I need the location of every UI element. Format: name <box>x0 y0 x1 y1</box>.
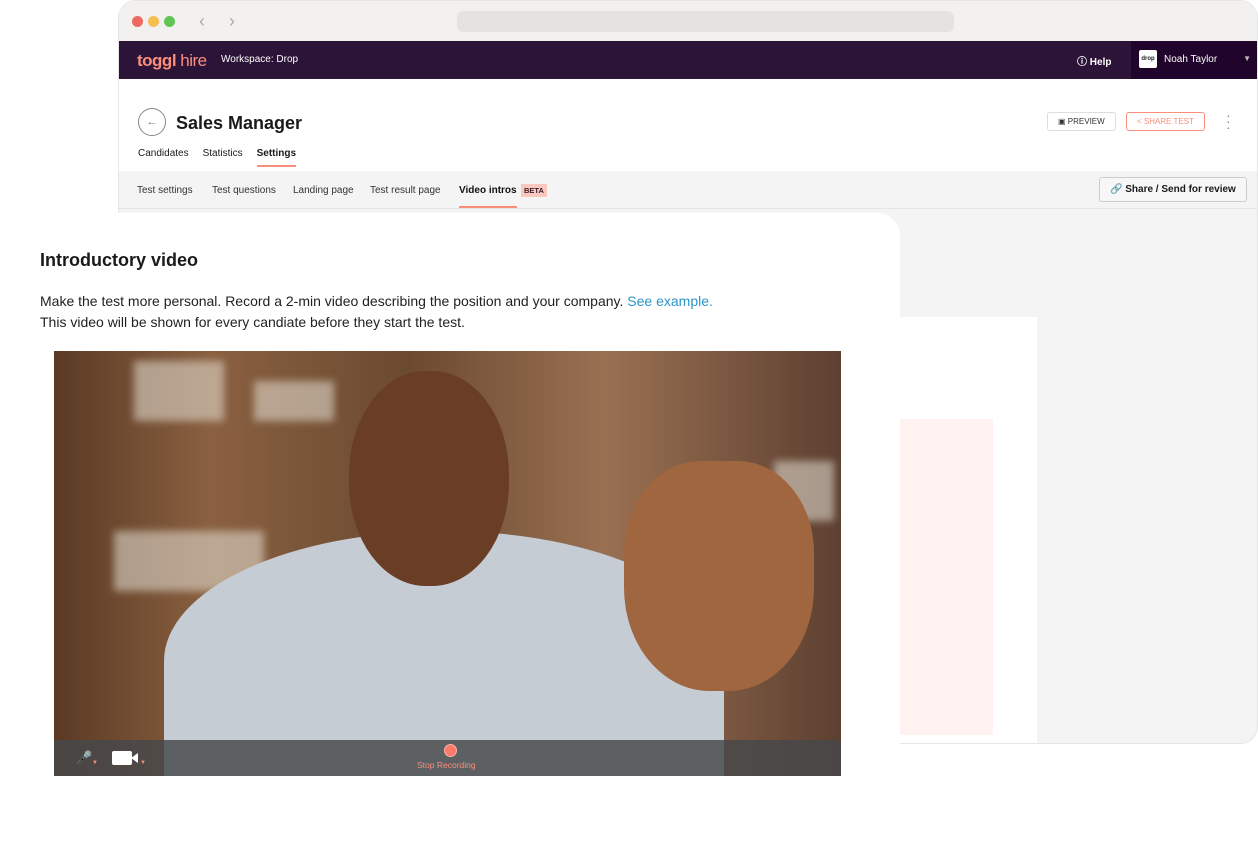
logo-main: toggl <box>137 51 177 70</box>
share-send-review-button[interactable]: 🔗 Share / Send for review <box>1099 177 1247 202</box>
main-tabs: Candidates Statistics Settings <box>138 148 310 167</box>
recording-controls: 🎤 ▼ ▼ Stop Recording <box>54 740 841 776</box>
section-title: Introductory video <box>40 250 199 270</box>
toggl-hire-logo[interactable]: toggl hire <box>137 51 207 71</box>
camera-icon[interactable] <box>112 751 138 765</box>
page-header: ← Sales Manager Candidates Statistics Se… <box>119 79 1257 171</box>
help-label: Help <box>1089 57 1112 68</box>
forward-arrow-icon[interactable]: › <box>229 11 235 32</box>
workspace-avatar: drop <box>1139 50 1157 68</box>
preview-label: PREVIEW <box>1067 117 1105 126</box>
background-pink-panel <box>899 419 993 735</box>
link-icon: 🔗 <box>1110 184 1123 195</box>
minimize-window-button[interactable] <box>148 16 159 27</box>
review-label: Share / Send for review <box>1125 184 1236 195</box>
see-example-link[interactable]: See example. <box>627 293 713 309</box>
logo-sub: hire <box>180 51 207 70</box>
top-navbar: toggl hire Workspace: Drop ⓘ Help drop N… <box>119 41 1257 79</box>
microphone-icon[interactable]: 🎤 <box>76 750 92 766</box>
browser-chrome: ‹ › <box>119 1 1257 41</box>
person-head <box>349 371 509 586</box>
subtab-test-settings[interactable]: Test settings <box>137 185 193 196</box>
close-window-button[interactable] <box>132 16 143 27</box>
section-description: Make the test more personal. Record a 2-… <box>40 291 713 333</box>
page-title: Sales Manager <box>176 113 303 133</box>
address-bar[interactable] <box>457 11 954 32</box>
mic-dropdown-icon[interactable]: ▼ <box>92 760 98 766</box>
back-button[interactable]: ← <box>138 108 166 136</box>
chevron-down-icon: ▼ <box>1243 54 1251 63</box>
desc-line-1: Make the test more personal. Record a 2-… <box>40 293 624 309</box>
back-arrow-icon[interactable]: ‹ <box>199 11 205 32</box>
tab-statistics[interactable]: Statistics <box>203 148 243 167</box>
workspace-label[interactable]: Workspace: Drop <box>221 54 298 65</box>
person-hand <box>624 461 814 691</box>
preview-icon: ▣ <box>1058 117 1066 126</box>
stop-recording-button[interactable]: Stop Recording <box>417 760 476 770</box>
settings-subtabs: Test settings Test questions Landing pag… <box>119 171 1257 209</box>
tab-candidates[interactable]: Candidates <box>138 148 189 167</box>
user-menu[interactable]: drop Noah Taylor ▼ <box>1131 41 1257 79</box>
subtab-landing-page[interactable]: Landing page <box>293 185 354 196</box>
record-icon[interactable] <box>444 744 457 757</box>
help-icon: ⓘ <box>1077 57 1087 68</box>
more-options-icon[interactable]: · · · <box>1226 108 1232 134</box>
desc-line-2: This video will be shown for every candi… <box>40 314 465 330</box>
preview-button[interactable]: ▣ PREVIEW <box>1047 112 1116 131</box>
intro-video-card: Introductory video Make the test more pe… <box>0 213 900 847</box>
tab-settings[interactable]: Settings <box>256 148 297 167</box>
subtab-test-questions[interactable]: Test questions <box>212 185 276 196</box>
maximize-window-button[interactable] <box>164 16 175 27</box>
share-test-label: SHARE TEST <box>1143 117 1194 126</box>
subtab-test-result-page[interactable]: Test result page <box>370 185 441 196</box>
beta-badge: BETA <box>521 184 547 197</box>
share-test-button[interactable]: < SHARE TEST <box>1126 112 1205 131</box>
video-preview: 🎤 ▼ ▼ Stop Recording <box>54 351 841 776</box>
help-link[interactable]: ⓘ Help <box>1077 53 1111 68</box>
subtab-video-intros[interactable]: Video intros <box>459 185 517 208</box>
camera-dropdown-icon[interactable]: ▼ <box>140 760 146 766</box>
user-name: Noah Taylor <box>1164 54 1218 65</box>
share-icon: < <box>1137 117 1142 126</box>
